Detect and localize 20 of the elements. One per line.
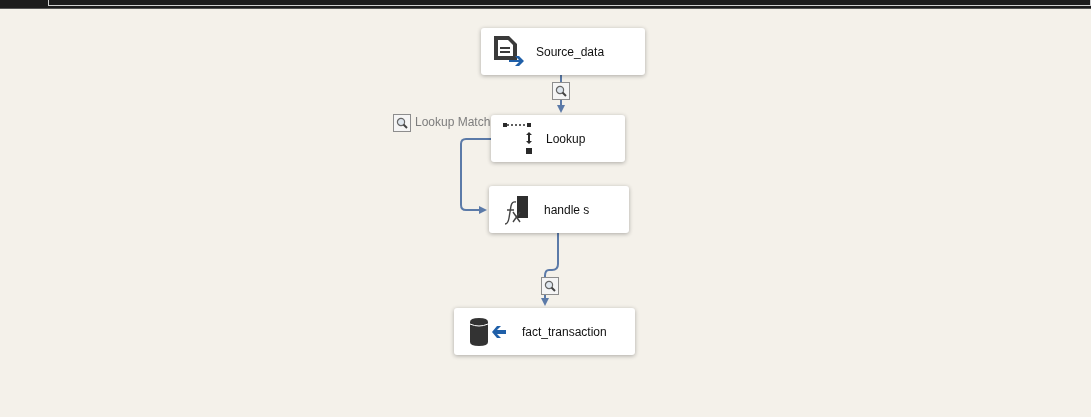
magnifier-icon bbox=[396, 117, 408, 129]
connector-arrow[interactable] bbox=[460, 138, 492, 214]
task-node[interactable]: fact_transaction bbox=[454, 308, 635, 355]
data-viewer-button[interactable] bbox=[552, 82, 570, 100]
node-label: fact_transaction bbox=[522, 324, 607, 339]
magnifier-icon bbox=[544, 280, 556, 292]
task-node[interactable]: Lookup bbox=[491, 115, 625, 162]
magnifier-icon bbox=[555, 85, 567, 97]
task-node[interactable]: handle s bbox=[489, 186, 629, 233]
node-label: handle s bbox=[544, 202, 590, 217]
address-field[interactable] bbox=[48, 0, 1091, 6]
path-label: Lookup Match bbox=[415, 115, 491, 129]
database-arrow-icon bbox=[468, 316, 508, 347]
connector-arrow[interactable] bbox=[557, 74, 565, 113]
node-label: Source_data bbox=[536, 44, 605, 59]
connector-arrow[interactable] bbox=[541, 232, 559, 306]
task-node[interactable]: Source_data bbox=[481, 28, 645, 75]
node-label: Lookup bbox=[546, 131, 586, 146]
data-viewer-button[interactable] bbox=[393, 114, 411, 132]
data-viewer-button[interactable] bbox=[541, 277, 559, 295]
